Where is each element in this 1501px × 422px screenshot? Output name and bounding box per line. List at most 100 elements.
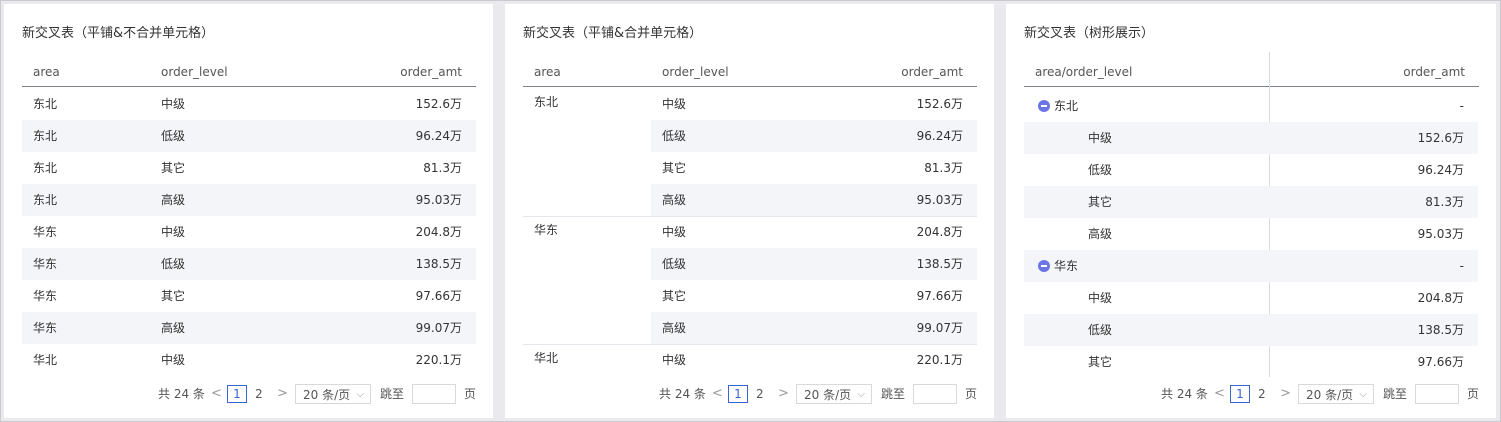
cell-order-level: 高级	[662, 193, 687, 207]
pagination: 共 24 条 < 1 2 > 20 条/页 ⌵ 跳至 页	[505, 384, 994, 406]
pagination-total: 共 24 条	[158, 387, 205, 401]
tree-leaf-label: 中级	[1088, 131, 1113, 145]
cell-order-level: 高级	[662, 321, 687, 335]
jump-page-input[interactable]	[913, 384, 957, 404]
page-size-select[interactable]: 20 条/页 ⌵	[1298, 384, 1374, 404]
page-1-button[interactable]: 1	[1230, 385, 1250, 403]
cell-order-amt: 96.24万	[415, 129, 462, 143]
cell-order-amt: 97.66万	[916, 289, 963, 303]
column-header-area[interactable]: area	[534, 56, 561, 88]
page-2-button[interactable]: 2	[1258, 384, 1266, 404]
cell-order-amt: 95.03万	[415, 193, 462, 207]
cell-order-amt: 138.5万	[916, 257, 963, 271]
row-stripe	[22, 184, 476, 216]
cell-order-level: 低级	[161, 257, 186, 271]
cell-order-amt: 138.5万	[415, 257, 462, 271]
panel-title: 新交叉表（平铺&合并单元格）	[523, 26, 703, 41]
jump-page-input[interactable]	[412, 384, 456, 404]
chevron-left-icon[interactable]: <	[712, 384, 723, 404]
page-2-button[interactable]: 2	[255, 384, 263, 404]
cell-area: 华东	[33, 321, 58, 335]
cell-order-amt: 81.3万	[924, 161, 963, 175]
row-stripe	[1024, 250, 1478, 282]
chevron-down-icon: ⌵	[356, 389, 364, 400]
page-size-select[interactable]: 20 条/页 ⌵	[295, 384, 371, 404]
column-header-order-amt[interactable]: order_amt	[901, 56, 963, 88]
tree-leaf-label: 中级	[1088, 291, 1113, 305]
page-2-button[interactable]: 2	[756, 384, 764, 404]
cell-order-level: 其它	[662, 161, 687, 175]
cell-area: 华东	[33, 289, 58, 303]
column-header-area[interactable]: area	[33, 56, 60, 88]
chevron-right-icon[interactable]: >	[778, 384, 789, 404]
tree-leaf-label: 低级	[1088, 323, 1113, 337]
chevron-left-icon[interactable]: <	[211, 384, 222, 404]
column-header-order-level[interactable]: order_level	[161, 56, 228, 88]
panel-title: 新交叉表（平铺&不合并单元格）	[22, 26, 215, 41]
cell-area: 华东	[33, 225, 58, 239]
cell-order-amt: 220.1万	[415, 353, 462, 367]
cell-order-level: 低级	[662, 257, 687, 271]
page-suffix: 页	[464, 387, 477, 401]
row-stripe	[22, 312, 476, 344]
panel-flat-unmerged: 新交叉表（平铺&不合并单元格） area order_level order_a…	[4, 4, 493, 418]
page-size-select[interactable]: 20 条/页 ⌵	[796, 384, 872, 404]
page-size-value: 20 条/页	[1306, 388, 1354, 402]
cell-order-amt: 152.6万	[916, 97, 963, 111]
tree-node-label: 东北	[1054, 99, 1079, 113]
cell-order-amt: -	[1459, 99, 1464, 113]
cell-order-level: 低级	[161, 129, 186, 143]
row-stripe	[22, 120, 476, 152]
pagination-total: 共 24 条	[1161, 387, 1208, 401]
group-divider	[523, 216, 977, 217]
panel-title: 新交叉表（树形展示）	[1024, 26, 1155, 41]
chevron-left-icon[interactable]: <	[1214, 384, 1225, 404]
cell-order-amt: 220.1万	[916, 353, 963, 367]
minus-circle-icon[interactable]	[1038, 260, 1050, 272]
cell-order-amt: 95.03万	[916, 193, 963, 207]
cell-order-level: 低级	[662, 129, 687, 143]
column-header-order-level[interactable]: order_level	[662, 56, 729, 88]
cell-order-level: 中级	[161, 97, 186, 111]
tree-leaf-label: 其它	[1088, 355, 1113, 369]
column-header-order-amt[interactable]: order_amt	[1403, 56, 1465, 88]
pagination-total: 共 24 条	[659, 387, 706, 401]
page-suffix: 页	[965, 387, 978, 401]
column-header-area-order-level[interactable]: area/order_level	[1035, 56, 1132, 88]
page-suffix: 页	[1467, 387, 1480, 401]
tree-leaf-label: 其它	[1088, 195, 1113, 209]
group-divider	[523, 344, 977, 345]
column-header-order-amt[interactable]: order_amt	[400, 56, 462, 88]
cell-order-level: 高级	[161, 321, 186, 335]
pagination: 共 24 条 < 1 2 > 20 条/页 ⌵ 跳至 页	[4, 384, 493, 406]
cell-order-amt: 97.66万	[1417, 355, 1464, 369]
cell-area-merged: 华北	[534, 351, 559, 365]
cell-order-amt: 204.8万	[1417, 291, 1464, 305]
cell-order-amt: 204.8万	[916, 225, 963, 239]
cell-area: 东北	[33, 193, 58, 207]
cell-order-level: 中级	[662, 353, 687, 367]
cell-order-amt: 96.24万	[916, 129, 963, 143]
chevron-down-icon: ⌵	[1359, 389, 1367, 400]
page-size-value: 20 条/页	[303, 388, 351, 402]
row-stripe	[22, 248, 476, 280]
table-header: area order_level order_amt	[523, 56, 977, 87]
cell-order-level: 其它	[161, 289, 186, 303]
jump-label: 跳至	[1383, 387, 1408, 401]
cell-order-level: 中级	[662, 97, 687, 111]
page-1-button[interactable]: 1	[227, 385, 247, 403]
cell-area-merged: 华东	[534, 223, 559, 237]
cell-order-amt: 204.8万	[415, 225, 462, 239]
panel-tree: 新交叉表（树形展示） area/order_level order_amt 东北…	[1006, 4, 1496, 418]
table-header: area order_level order_amt	[22, 56, 476, 87]
pagination: 共 24 条 < 1 2 > 20 条/页 ⌵ 跳至 页	[1006, 384, 1496, 406]
cell-order-amt: -	[1459, 259, 1464, 273]
page-1-button[interactable]: 1	[728, 385, 748, 403]
chevron-right-icon[interactable]: >	[1280, 384, 1291, 404]
cell-area: 东北	[33, 161, 58, 175]
minus-circle-icon[interactable]	[1038, 100, 1050, 112]
jump-page-input[interactable]	[1415, 384, 1459, 404]
cell-area: 东北	[33, 97, 58, 111]
chevron-right-icon[interactable]: >	[277, 384, 288, 404]
cell-order-amt: 97.66万	[415, 289, 462, 303]
